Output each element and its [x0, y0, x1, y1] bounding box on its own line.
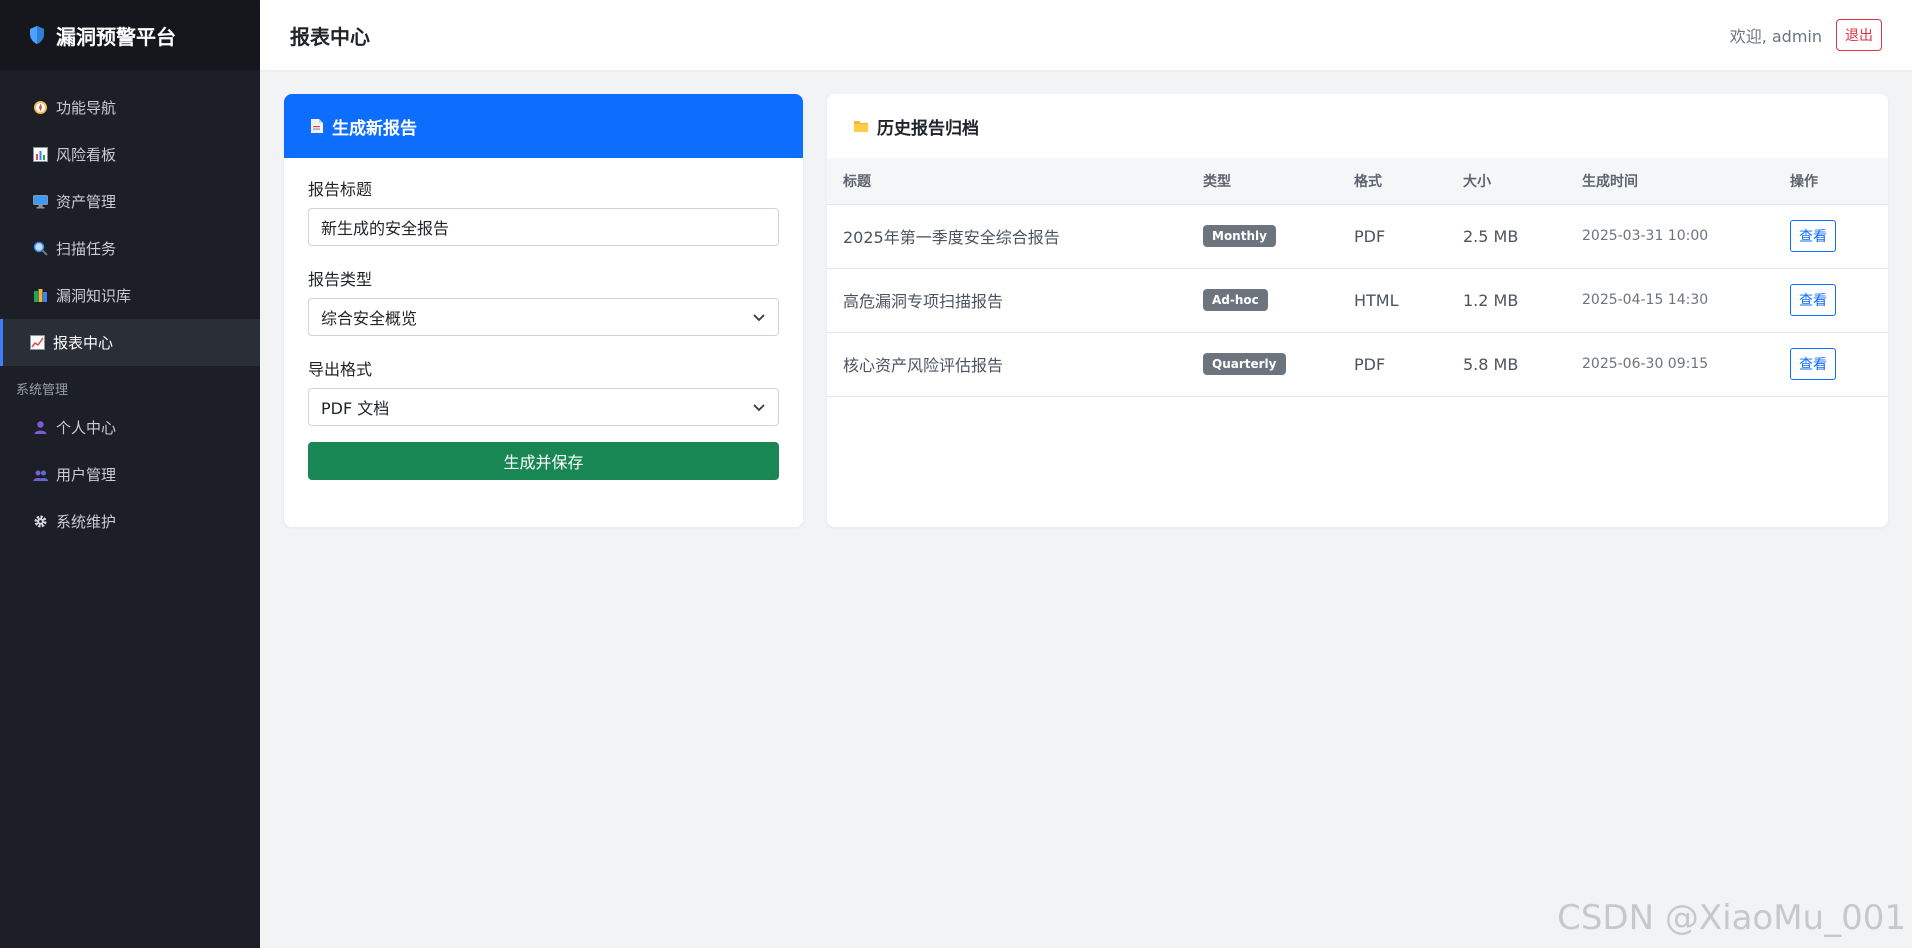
- table-row: 高危漏洞专项扫描报告 Ad-hoc HTML 1.2 MB 2025-04-15…: [827, 268, 1888, 333]
- line-chart-icon: [30, 335, 45, 350]
- report-title-cell: 2025年第一季度安全综合报告: [827, 204, 1187, 269]
- chevron-down-icon: [753, 314, 765, 322]
- column-header: 格式: [1338, 158, 1447, 205]
- folder-icon: [854, 121, 868, 132]
- sidebar-item-reports[interactable]: 报表中心: [0, 319, 260, 366]
- user-icon: [33, 420, 48, 435]
- report-time-cell: 2025-04-15 14:30: [1566, 268, 1774, 333]
- export-format-value: PDF 文档: [321, 399, 390, 418]
- report-action-cell: 查看: [1774, 268, 1888, 333]
- brand-title: 漏洞预警平台: [56, 24, 176, 49]
- books-icon: [33, 288, 48, 303]
- sidebar-item-label: 扫描任务: [56, 240, 117, 258]
- history-table: 标题 类型 格式 大小 生成时间 操作 2025年第一季度安全综合报告 Mont…: [827, 158, 1888, 397]
- title-label: 报告标题: [308, 180, 373, 199]
- top-bar: 报表中心 欢迎, admin 退出: [260, 0, 1912, 70]
- generate-form: 报告标题 新生成的安全报告 报告类型 综合安全概览 导出格式 PDF 文档 生成…: [284, 158, 803, 480]
- compass-icon: [33, 100, 48, 115]
- report-title-input[interactable]: 新生成的安全报告: [308, 208, 779, 246]
- report-title-cell: 核心资产风险评估报告: [827, 332, 1187, 397]
- table-row: 2025年第一季度安全综合报告 Monthly PDF 2.5 MB 2025-…: [827, 204, 1888, 269]
- view-button[interactable]: 查看: [1790, 284, 1836, 316]
- generate-card-title: 生成新报告: [332, 118, 417, 139]
- report-history-card: 历史报告归档 标题 类型 格式 大小 生成时间 操作 2025年第一季度安全综合…: [827, 94, 1888, 527]
- column-header: 标题: [827, 158, 1187, 205]
- welcome-text: 欢迎, admin: [1729, 27, 1822, 46]
- export-format-select[interactable]: PDF 文档: [308, 388, 779, 426]
- document-icon: [311, 119, 323, 133]
- report-format-cell: HTML: [1338, 268, 1447, 333]
- sidebar-item-label: 风险看板: [56, 146, 117, 164]
- user-area: 欢迎, admin 退出: [1730, 19, 1882, 51]
- report-size-cell: 1.2 MB: [1447, 268, 1566, 333]
- sidebar-item-nav[interactable]: 功能导航: [0, 84, 260, 131]
- table-header-row: 标题 类型 格式 大小 生成时间 操作: [827, 158, 1888, 205]
- report-format-cell: PDF: [1338, 204, 1447, 269]
- sidebar-item-label: 用户管理: [56, 466, 117, 484]
- sidebar-nav: 功能导航 风险看板 资产管理 扫描任务 漏洞知识库 报表中心 系统管理 个人中心…: [0, 84, 260, 545]
- sidebar-item-maintenance[interactable]: 系统维护: [0, 498, 260, 545]
- report-time-cell: 2025-03-31 10:00: [1566, 204, 1774, 269]
- report-size-cell: 2.5 MB: [1447, 204, 1566, 269]
- brand[interactable]: 漏洞预警平台: [0, 0, 260, 70]
- column-header: 大小: [1447, 158, 1566, 205]
- sidebar-item-label: 系统维护: [56, 513, 117, 531]
- sidebar-item-label: 功能导航: [56, 99, 117, 117]
- generate-save-button[interactable]: 生成并保存: [308, 442, 779, 480]
- sidebar-item-dashboard[interactable]: 风险看板: [0, 131, 260, 178]
- history-card-title: 历史报告归档: [877, 118, 979, 139]
- type-label: 报告类型: [308, 270, 373, 289]
- shield-icon: [30, 26, 44, 44]
- magnifier-icon: [33, 241, 48, 256]
- report-type-value: 综合安全概览: [321, 309, 418, 328]
- sidebar-item-label: 报表中心: [53, 334, 114, 352]
- view-button[interactable]: 查看: [1790, 348, 1836, 380]
- report-action-cell: 查看: [1774, 204, 1888, 269]
- report-type-cell: Monthly: [1187, 204, 1338, 269]
- chevron-down-icon: [753, 404, 765, 412]
- view-button[interactable]: 查看: [1790, 220, 1836, 252]
- sidebar: 漏洞预警平台 功能导航 风险看板 资产管理 扫描任务 漏洞知识库 报表中心 系统…: [0, 0, 260, 948]
- column-header: 操作: [1774, 158, 1888, 205]
- watermark: CSDN @XiaoMu_001: [1557, 898, 1906, 938]
- report-type-select[interactable]: 综合安全概览: [308, 298, 779, 336]
- bar-chart-icon: [33, 147, 48, 162]
- sidebar-item-label: 漏洞知识库: [56, 287, 132, 305]
- monitor-icon: [33, 194, 48, 209]
- sidebar-item-scan[interactable]: 扫描任务: [0, 225, 260, 272]
- sidebar-item-knowledge[interactable]: 漏洞知识库: [0, 272, 260, 319]
- page-title: 报表中心: [290, 24, 370, 49]
- table-row: 核心资产风险评估报告 Quarterly PDF 5.8 MB 2025-06-…: [827, 332, 1888, 397]
- format-label: 导出格式: [308, 360, 373, 379]
- report-type-cell: Ad-hoc: [1187, 268, 1338, 333]
- gear-icon: [33, 514, 48, 529]
- sidebar-item-assets[interactable]: 资产管理: [0, 178, 260, 225]
- users-icon: [33, 467, 48, 482]
- report-type-cell: Quarterly: [1187, 332, 1338, 397]
- report-time-cell: 2025-06-30 09:15: [1566, 332, 1774, 397]
- report-action-cell: 查看: [1774, 332, 1888, 397]
- column-header: 类型: [1187, 158, 1338, 205]
- report-format-cell: PDF: [1338, 332, 1447, 397]
- column-header: 生成时间: [1566, 158, 1774, 205]
- history-card-header: 历史报告归档: [827, 94, 1888, 158]
- sidebar-item-users[interactable]: 用户管理: [0, 451, 260, 498]
- logout-button[interactable]: 退出: [1836, 19, 1882, 51]
- type-badge: Monthly: [1203, 225, 1276, 247]
- report-size-cell: 5.8 MB: [1447, 332, 1566, 397]
- type-badge: Quarterly: [1203, 353, 1286, 375]
- sidebar-section-title: 系统管理: [16, 383, 69, 398]
- generate-card-header: 生成新报告: [284, 94, 803, 158]
- report-title-value: 新生成的安全报告: [321, 219, 450, 238]
- sidebar-item-label: 资产管理: [56, 193, 117, 211]
- type-badge: Ad-hoc: [1203, 289, 1268, 311]
- report-title-cell: 高危漏洞专项扫描报告: [827, 268, 1187, 333]
- sidebar-item-label: 个人中心: [56, 419, 117, 437]
- generate-report-card: 生成新报告 报告标题 新生成的安全报告 报告类型 综合安全概览 导出格式 PDF…: [284, 94, 803, 527]
- sidebar-item-profile[interactable]: 个人中心: [0, 404, 260, 451]
